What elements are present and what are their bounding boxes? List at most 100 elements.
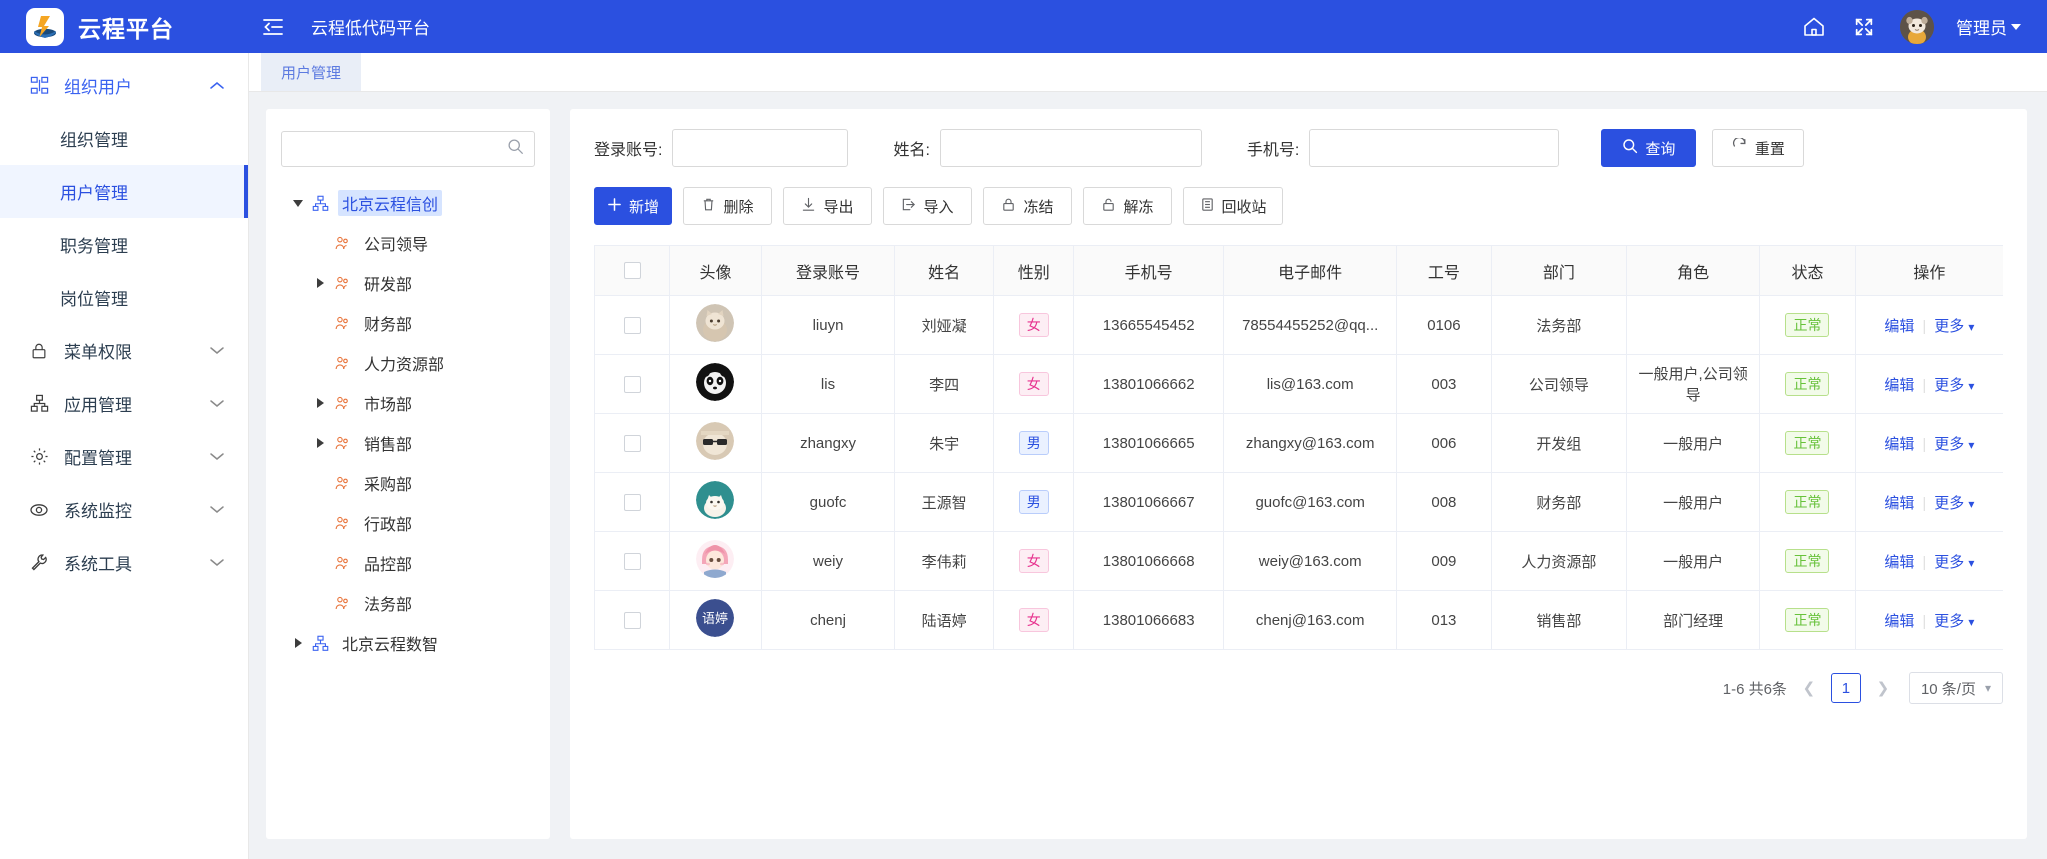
edit-link[interactable]: 编辑 — [1884, 377, 1914, 394]
page-size-select[interactable]: 10 条/页 ▾ — [1908, 672, 2003, 704]
tree-node-label: 研发部 — [364, 277, 413, 294]
brand[interactable]: 云程平台 — [0, 0, 249, 53]
tree-node[interactable]: 市场部 — [281, 383, 535, 423]
home-icon[interactable] — [1800, 13, 1828, 41]
field-label: 手机号: — [1246, 142, 1300, 159]
tree-expand-right-icon[interactable] — [309, 278, 331, 288]
tree-expand-down-icon[interactable] — [287, 199, 309, 207]
tree-expand-right-icon[interactable] — [309, 438, 331, 448]
action-separator: | — [1922, 612, 1927, 630]
row-checkbox[interactable] — [623, 375, 641, 393]
import-button[interactable]: 导入 — [883, 187, 972, 225]
cell-phone: 13801066665 — [1073, 413, 1225, 473]
select-all-checkbox[interactable] — [623, 261, 641, 279]
tree-node[interactable]: 北京云程信创 — [281, 183, 535, 223]
page-number-1[interactable]: 1 — [1830, 673, 1861, 703]
row-avatar-cell — [669, 413, 762, 473]
status-badge: 正常 — [1785, 608, 1830, 632]
email-text: zhangxy@163.com — [1245, 434, 1375, 452]
system-title: 云程低代码平台 — [311, 19, 430, 38]
select-all-checkbox-cell — [593, 245, 671, 296]
tree-node[interactable]: 财务部 — [281, 303, 535, 343]
more-dropdown[interactable]: 更多 ▾ — [1934, 436, 1974, 453]
query-button[interactable]: 查询 — [1601, 129, 1697, 167]
row-checkbox[interactable] — [623, 552, 641, 570]
search-icon[interactable] — [507, 138, 524, 160]
more-dropdown[interactable]: 更多 ▾ — [1934, 554, 1974, 571]
dept-icon — [331, 355, 353, 372]
row-checkbox-cell — [593, 354, 671, 414]
recycle-bin-button[interactable]: 回收站 — [1183, 187, 1283, 225]
login-account-input[interactable] — [672, 129, 849, 167]
sidebar-item-menu-permission[interactable]: 菜单权限 — [0, 324, 248, 377]
tree-node[interactable]: 公司领导 — [281, 223, 535, 263]
tree-search-input[interactable] — [292, 140, 507, 158]
more-dropdown[interactable]: 更多 ▾ — [1934, 613, 1974, 630]
apps-icon — [28, 394, 50, 413]
row-avatar-cell — [669, 531, 762, 591]
sidebar-item-post-manage[interactable]: 岗位管理 — [0, 271, 248, 324]
more-dropdown[interactable]: 更多 ▾ — [1934, 377, 1974, 394]
name-input[interactable] — [939, 129, 1202, 167]
cell-email: lis@163.com — [1223, 354, 1398, 414]
tree-search-box[interactable] — [281, 131, 535, 167]
sidebar-item-duty-manage[interactable]: 职务管理 — [0, 218, 248, 271]
row-checkbox[interactable] — [623, 611, 641, 629]
user-menu[interactable]: 管理员 — [1956, 14, 2021, 39]
chevron-up-icon — [210, 78, 224, 93]
sidebar-item-config-manage[interactable]: 配置管理 — [0, 430, 248, 483]
user-avatar[interactable] — [1900, 9, 1934, 44]
sidebar-item-org-manage[interactable]: 组织管理 — [0, 112, 248, 165]
cell-action: 编辑 | 更多 ▾ — [1855, 413, 2003, 473]
cell-status: 正常 — [1759, 354, 1856, 414]
unfreeze-button[interactable]: 解冻 — [1083, 187, 1172, 225]
tree-node-label: 品控部 — [364, 557, 413, 574]
tree-node[interactable]: 行政部 — [281, 503, 535, 543]
tree-node[interactable]: 人力资源部 — [281, 343, 535, 383]
menu-collapse-icon[interactable] — [253, 0, 293, 53]
status-badge: 正常 — [1785, 431, 1830, 455]
tab-user-management[interactable]: 用户管理 — [261, 53, 362, 91]
fullscreen-icon[interactable] — [1850, 13, 1878, 41]
sidebar-item-system-tools[interactable]: 系统工具 — [0, 536, 248, 589]
edit-link[interactable]: 编辑 — [1884, 495, 1914, 512]
chevron-right-icon[interactable]: ❯ — [1870, 673, 1896, 703]
freeze-button[interactable]: 冻结 — [983, 187, 1072, 225]
tree-expand-right-icon[interactable] — [309, 398, 331, 408]
sidebar-sub-label: 用户管理 — [60, 184, 128, 203]
phone-input[interactable] — [1309, 129, 1560, 167]
sidebar-item-org-users[interactable]: 组织用户 — [0, 59, 248, 112]
export-button[interactable]: 导出 — [783, 187, 872, 225]
row-checkbox[interactable] — [623, 316, 641, 334]
wrench-icon — [28, 553, 50, 572]
edit-link[interactable]: 编辑 — [1884, 318, 1914, 335]
more-dropdown[interactable]: 更多 ▾ — [1934, 318, 1974, 335]
edit-link[interactable]: 编辑 — [1884, 436, 1914, 453]
tree-expand-right-icon[interactable] — [287, 638, 309, 648]
delete-button[interactable]: 删除 — [683, 187, 772, 225]
row-checkbox[interactable] — [623, 493, 641, 511]
reset-button[interactable]: 重置 — [1712, 129, 1805, 167]
tree-node[interactable]: 北京云程数智 — [281, 623, 535, 663]
sidebar-item-user-manage[interactable]: 用户管理 — [0, 165, 248, 218]
tree-node[interactable]: 法务部 — [281, 583, 535, 623]
gender-badge: 女 — [1018, 372, 1049, 396]
cell-dept: 销售部 — [1491, 590, 1628, 650]
tree-node[interactable]: 采购部 — [281, 463, 535, 503]
add-button[interactable]: 新增 — [594, 187, 672, 225]
tree-node[interactable]: 品控部 — [281, 543, 535, 583]
cell-phone: 13801066683 — [1073, 590, 1225, 650]
tree-node[interactable]: 研发部 — [281, 263, 535, 303]
import-label: 导入 — [923, 198, 954, 216]
edit-link[interactable]: 编辑 — [1884, 613, 1914, 630]
user-name-label: 管理员 — [1956, 19, 2007, 38]
cell-gender: 女 — [993, 354, 1075, 414]
tree-node[interactable]: 销售部 — [281, 423, 535, 463]
sidebar-item-system-monitor[interactable]: 系统监控 — [0, 483, 248, 536]
row-checkbox[interactable] — [623, 434, 641, 452]
chevron-left-icon[interactable]: ❮ — [1796, 673, 1822, 703]
sidebar-item-app-manage[interactable]: 应用管理 — [0, 377, 248, 430]
more-dropdown[interactable]: 更多 ▾ — [1934, 495, 1974, 512]
email-text: chenj@163.com — [1255, 611, 1365, 629]
edit-link[interactable]: 编辑 — [1884, 554, 1914, 571]
